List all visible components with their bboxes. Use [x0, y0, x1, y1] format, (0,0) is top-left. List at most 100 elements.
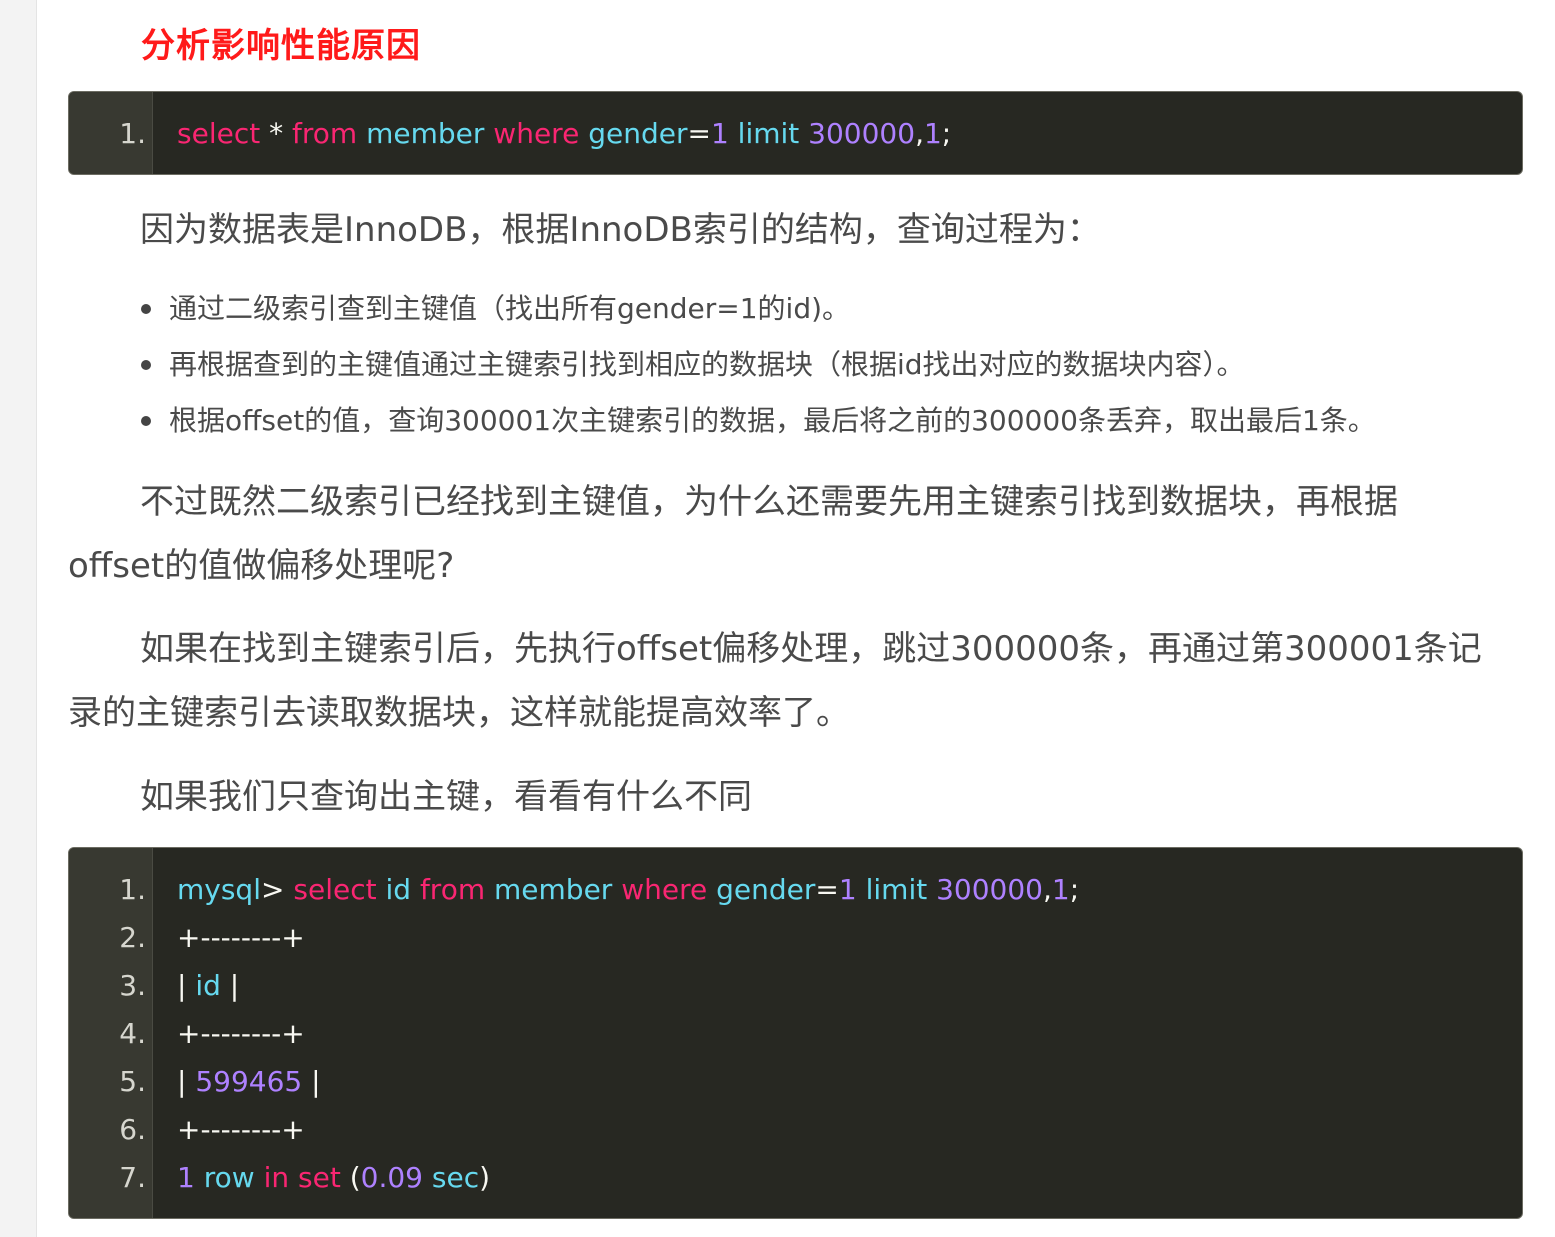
code-text: mysql> select id from member where gende… — [177, 866, 1079, 914]
code-token: | — [177, 1065, 196, 1098]
code-text: 1 row in set (0.09 sec) — [177, 1154, 490, 1202]
code-token: in — [263, 1161, 290, 1194]
bullet-dot-icon — [141, 304, 151, 314]
list-item-text: 根据offset的值，查询300001次主键索引的数据，最后将之前的300000… — [169, 404, 1376, 437]
list-item-text: 再根据查到的主键值通过主键索引找到相应的数据块（根据id找出对应的数据块内容）。 — [169, 348, 1245, 381]
paragraph-primary-key-only: 如果我们只查询出主键，看看有什么不同 — [140, 777, 752, 817]
code-token: from — [419, 873, 486, 906]
code-token: , — [1043, 873, 1052, 906]
code-line: 7. 1 row in set (0.09 sec) — [69, 1154, 1522, 1202]
code-token: ; — [941, 117, 952, 150]
code-token: gender — [588, 117, 688, 150]
code-lines: 1. mysql> select id from member where gen… — [69, 848, 1522, 1202]
code-block-query[interactable]: 1. select * from member where gender=1 li… — [68, 91, 1523, 175]
paragraph-question: 不过既然二级索引已经找到主键值，为什么还需要先用主键索引找到数据块，再根据off… — [68, 482, 1398, 586]
code-line: 1. mysql> select id from member where gen… — [69, 866, 1522, 914]
code-token: ) — [479, 1161, 491, 1194]
code-line: 6. +--------+ — [69, 1106, 1522, 1154]
line-number: 2. — [119, 921, 146, 954]
code-line: 4. +--------+ — [69, 1010, 1522, 1058]
code-token: 1 — [710, 117, 729, 150]
code-line: 2. +--------+ — [69, 914, 1522, 962]
code-token: +--------+ — [177, 1113, 305, 1146]
code-token: 300000 — [808, 117, 916, 150]
bullet-dot-icon — [141, 416, 151, 426]
code-token: where — [493, 117, 580, 150]
code-token: , — [915, 117, 924, 150]
code-token: member — [494, 873, 613, 906]
code-token: 0.09 — [360, 1161, 423, 1194]
article-content: 分析影响性能原因 1. select * from member where ge… — [36, 0, 1555, 1237]
query-steps-list: 通过二级索引查到主键值（找出所有gender=1的id)。 再根据查到的主键值通… — [137, 285, 1376, 453]
list-item: 通过二级索引查到主键值（找出所有gender=1的id)。 — [137, 285, 1376, 341]
code-token: * — [260, 117, 293, 150]
paragraph-optimization: 如果在找到主键索引后，先执行offset偏移处理，跳过300000条，再通过第3… — [68, 629, 1482, 733]
paragraph-innodb-intro: 因为数据表是InnoDB，根据InnoDB索引的结构，查询过程为： — [140, 210, 1101, 250]
code-token: | — [302, 1065, 321, 1098]
code-text: select * from member where gender=1 limi… — [177, 110, 951, 158]
line-number: 1. — [119, 117, 146, 150]
line-number: 5. — [119, 1065, 146, 1098]
code-token: 1 — [1051, 873, 1070, 906]
line-number: 3. — [119, 969, 146, 1002]
code-line: 5. | 599465 | — [69, 1058, 1522, 1106]
code-token: 1 — [838, 873, 857, 906]
line-number: 7. — [119, 1161, 146, 1194]
code-token: limit — [865, 873, 928, 906]
code-token: ( — [340, 1161, 361, 1194]
code-token: +--------+ — [177, 1017, 305, 1050]
code-token: limit — [737, 117, 800, 150]
line-number: 4. — [119, 1017, 146, 1050]
list-item: 根据offset的值，查询300001次主键索引的数据，最后将之前的300000… — [137, 397, 1376, 453]
code-text: +--------+ — [177, 914, 305, 962]
list-item: 再根据查到的主键值通过主键索引找到相应的数据块（根据id找出对应的数据块内容）。 — [137, 341, 1376, 397]
code-block-mysql-session[interactable]: 1. mysql> select id from member where gen… — [68, 847, 1523, 1219]
code-token: 1 — [923, 117, 942, 150]
code-text: +--------+ — [177, 1010, 305, 1058]
code-token: = — [687, 117, 711, 150]
code-token: 300000 — [936, 873, 1043, 906]
code-token: id — [195, 969, 221, 1002]
code-token: 599465 — [195, 1065, 303, 1098]
line-number: 1. — [119, 873, 146, 906]
section-heading: 分析影响性能原因 — [141, 26, 421, 66]
line-number: 6. — [119, 1113, 146, 1146]
code-token: select — [293, 873, 377, 906]
code-text: | id | — [177, 962, 239, 1010]
code-token: sec — [431, 1161, 480, 1194]
code-token: ; — [1069, 873, 1080, 906]
code-token: row — [203, 1161, 255, 1194]
code-token: +--------+ — [177, 921, 305, 954]
code-token: where — [621, 873, 708, 906]
code-token: = — [815, 873, 839, 906]
bullet-dot-icon — [141, 360, 151, 370]
code-text: +--------+ — [177, 1106, 305, 1154]
code-line: 1. select * from member where gender=1 li… — [69, 110, 1522, 158]
code-token: set — [298, 1161, 341, 1194]
code-token: 1 — [177, 1161, 195, 1194]
code-token: gender — [716, 873, 816, 906]
code-line: 3. | id | — [69, 962, 1522, 1010]
list-item-text: 通过二级索引查到主键值（找出所有gender=1的id)。 — [169, 292, 851, 325]
code-token: from — [292, 117, 358, 150]
code-lines: 1. select * from member where gender=1 li… — [69, 92, 1522, 158]
code-text: | 599465 | — [177, 1058, 321, 1106]
code-token: member — [366, 117, 485, 150]
code-token: select — [177, 117, 261, 150]
code-token: id — [385, 873, 412, 906]
code-token: | — [177, 969, 196, 1002]
